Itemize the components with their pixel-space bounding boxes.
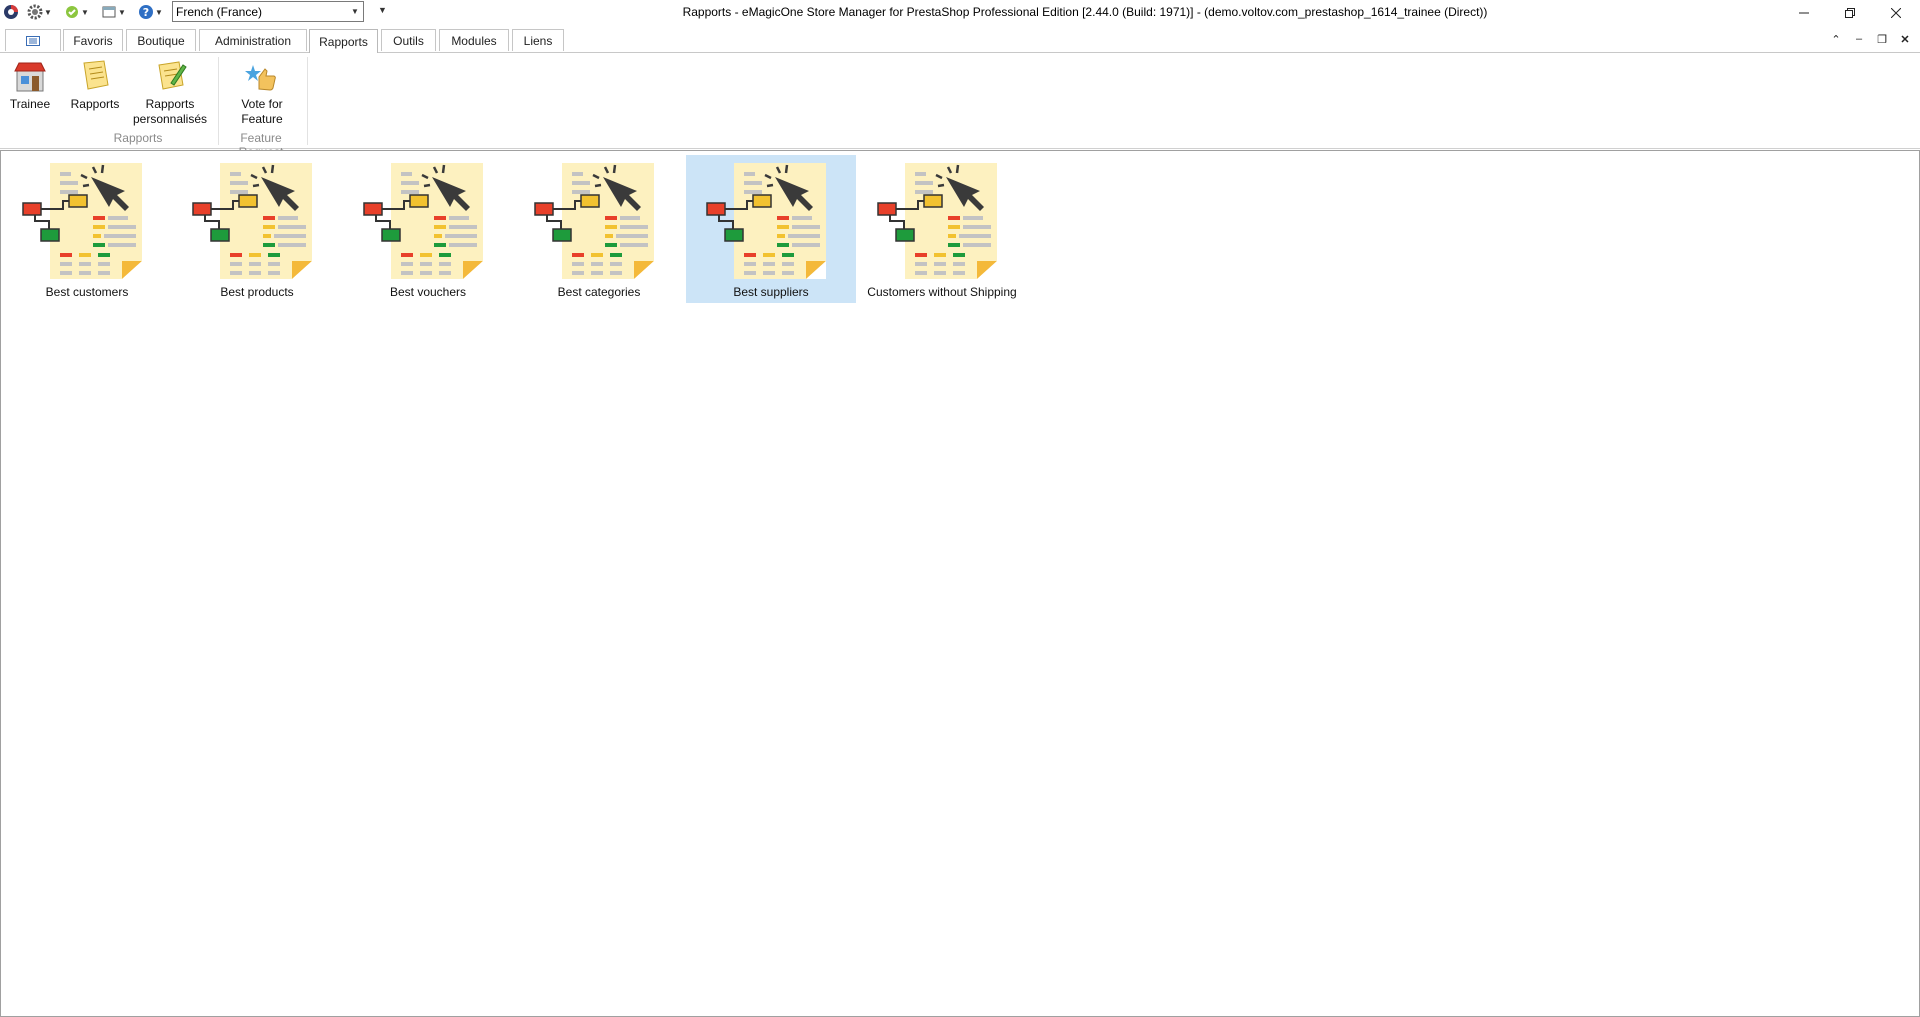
rapports-personnalises-label-2: personnalisés (132, 112, 208, 126)
rapports-personnalises-label-1: Rapports (145, 97, 195, 111)
reports-list: Best customers Best products Best vouche… (0, 150, 1920, 1017)
mdi-restore-icon[interactable]: ❐ (1872, 33, 1892, 46)
window-icon (101, 4, 117, 20)
restore-icon (1845, 7, 1855, 18)
store-icon (13, 59, 47, 93)
language-select[interactable]: French (France) ▼ (172, 1, 364, 22)
collapse-ribbon-icon[interactable]: ⌃ (1826, 33, 1846, 46)
report-document-icon (705, 161, 828, 279)
report-item-label: Best suppliers (733, 285, 809, 299)
language-value: French (France) (176, 4, 263, 19)
thumbs-up-icon (245, 59, 279, 93)
minimize-button[interactable] (1781, 0, 1827, 25)
report-item-label: Best customers (45, 285, 129, 299)
ribbon: Trainee Rapports Rapports personnalisés … (0, 53, 1920, 159)
rapports-button[interactable]: Rapports (68, 59, 122, 112)
window-title: Rapports - eMagicOne Store Manager for P… (682, 5, 1488, 19)
tab-outils[interactable]: Outils (381, 29, 436, 51)
sync-icon (64, 4, 80, 20)
settings-button[interactable]: ▼ (27, 2, 52, 22)
tab-boutique[interactable]: Boutique (126, 29, 196, 51)
tab-file[interactable] (5, 29, 61, 51)
tab-favoris[interactable]: Favoris (63, 29, 123, 51)
close-icon (1891, 7, 1901, 18)
report-document-icon (362, 161, 485, 279)
group-label-rapports: Rapports (113, 131, 163, 145)
tab-liens[interactable]: Liens (512, 29, 564, 51)
report-item-best-vouchers[interactable]: Best vouchers (343, 155, 513, 303)
sync-button[interactable]: ▼ (64, 2, 89, 22)
rapports-personnalises-button[interactable]: Rapports personnalisés (130, 59, 210, 127)
minimize-icon (1799, 12, 1809, 13)
trainee-label: Trainee (9, 97, 51, 111)
close-button[interactable] (1873, 0, 1919, 25)
report-icon (78, 59, 112, 93)
rapports-label: Rapports (70, 97, 120, 111)
restore-button[interactable] (1827, 0, 1873, 25)
report-document-icon (876, 161, 999, 279)
trainee-button[interactable]: Trainee (4, 59, 56, 112)
customize-toolbar-icon[interactable]: ▼ (378, 5, 387, 15)
report-document-icon (21, 161, 144, 279)
report-item-best-products[interactable]: Best products (172, 155, 342, 303)
report-item-label: Best vouchers (389, 285, 467, 299)
vote-for-feature-label-1: Vote for (241, 97, 283, 111)
help-icon: ? (138, 4, 154, 20)
chevron-down-icon: ▼ (81, 7, 89, 17)
tab-rapports[interactable]: Rapports (309, 29, 378, 53)
report-document-icon (533, 161, 656, 279)
windows-button[interactable]: ▼ (101, 2, 126, 22)
help-button[interactable]: ? ▼ (138, 2, 163, 22)
chevron-down-icon: ▼ (155, 7, 163, 17)
report-item-customers-without-shipping[interactable]: Customers without Shipping (857, 155, 1027, 303)
title-bar: ▼ ▼ ▼ ? ▼ French (France) ▼ ▼ Rapports -… (0, 0, 1920, 25)
tab-modules[interactable]: Modules (439, 29, 509, 51)
vote-for-feature-label-2: Feature (241, 112, 283, 126)
ribbon-tabs: Favoris Boutique Administration Rapports… (0, 29, 1920, 53)
report-item-best-suppliers[interactable]: Best suppliers (686, 155, 856, 303)
report-item-label: Customers without Shipping (867, 285, 1017, 299)
vote-for-feature-button[interactable]: Vote for Feature (228, 59, 296, 127)
app-menu-button[interactable] (3, 2, 19, 22)
svg-text:?: ? (143, 6, 149, 19)
report-item-label: Best categories (557, 285, 641, 299)
chevron-down-icon: ▼ (44, 7, 52, 17)
report-document-icon (191, 161, 314, 279)
app-logo-icon (3, 4, 19, 20)
group-separator (307, 57, 308, 145)
chevron-down-icon: ▼ (118, 7, 126, 17)
report-item-best-categories[interactable]: Best categories (514, 155, 684, 303)
report-item-label: Best products (220, 285, 294, 299)
menu-icon (26, 35, 40, 46)
chevron-down-icon: ▼ (351, 7, 359, 16)
mdi-minimize-icon[interactable]: – (1849, 33, 1869, 45)
gear-icon (27, 4, 43, 20)
mdi-close-icon[interactable]: ✕ (1895, 33, 1915, 46)
tab-administration[interactable]: Administration (199, 29, 307, 51)
report-item-best-customers[interactable]: Best customers (2, 155, 172, 303)
custom-report-icon (153, 59, 187, 93)
